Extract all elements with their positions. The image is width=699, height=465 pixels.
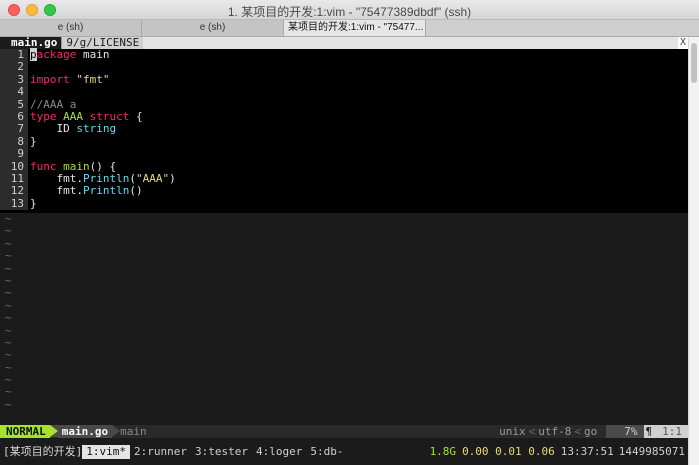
code-text: { [129,109,143,123]
tilde-line: ~ [5,298,12,312]
separator-chevron-icon: < [528,425,536,438]
code-line: 7 ID string [0,122,688,136]
code-line: 4 [0,85,688,99]
code-text: () { [89,159,117,173]
file-encoding: utf-8 [538,425,572,438]
function-call: Println [82,184,130,198]
code-text: } [30,134,37,148]
tmux-status-bar: [某项目的开发] 1:vim* 2:runner 3:tester 4:loge… [0,445,688,459]
terminal-tab-3[interactable]: 某项目的开发:1:vim - "75477... [284,20,426,36]
keyword: struct [89,109,130,123]
tilde-line: ~ [5,212,12,225]
status-filename: main.go [57,425,113,438]
vim-statusline: NORMAL main.go main unix < utf-8 < go 7%… [0,425,688,438]
tmux-session-name: [某项目的开发] [3,445,83,458]
string-literal: "fmt" [76,72,110,86]
line-number: 7 [0,122,28,136]
window-titlebar: 1. 某项目的开发:1:vim - "75477389dbdf" (ssh) [0,0,699,20]
line-number-icon: ¶ [643,425,655,438]
tilde-line: ~ [5,373,12,387]
code-text: ) [169,171,176,185]
tilde-line: ~ [5,348,12,362]
line-number: 12 [0,184,28,198]
keyword: type [30,109,57,123]
tmux-window-vim[interactable]: 1:vim* [82,445,130,459]
file-format: unix [499,425,526,438]
tilde-line: ~ [5,261,12,275]
epoch-timestamp: 1449985071 [618,445,685,458]
keyword: func [30,159,57,173]
tmux-window-db[interactable]: 5:db- [306,445,347,459]
function-call: Println [82,171,130,185]
powerline-arrow-icon [49,425,58,437]
tilde-line: ~ [5,397,12,411]
code-line: 13 } [0,196,688,211]
clock: 13:37:51 [560,445,614,458]
type-name: AAA [63,109,83,123]
keyword: import [30,72,70,86]
code-line: 3 import "fmt" [0,72,688,87]
tmux-window-tester[interactable]: 3:tester [191,445,252,459]
scroll-percent: 7% [606,425,644,438]
terminal-tab-2[interactable]: e (sh) [142,20,284,36]
terminal-area[interactable]: main.go 9/g/LICENSE X 1 package main 2 3… [0,37,688,465]
text-cursor: p [30,48,37,61]
tmux-window-runner[interactable]: 2:runner [130,445,191,459]
mode-indicator: NORMAL [0,425,50,438]
line-number: 9 [0,147,28,161]
file-type: go [584,425,598,438]
tilde-line: ~ [5,360,12,374]
terminal-tab-bar: e (sh) e (sh) 某项目的开发:1:vim - "75477... [0,20,699,37]
empty-buffer-lines: ~ ~ ~ ~ ~ ~ ~ ~ ~ ~ ~ ~ ~ ~ ~ ~ [0,212,688,423]
cursor-position: 1:1 [654,425,688,438]
function-name: main [63,159,90,173]
tilde-line: ~ [5,273,12,287]
tilde-line: ~ [5,335,12,349]
line-number: 2 [0,60,28,74]
tilde-line: ~ [5,249,12,263]
separator-chevron-icon: < [574,425,581,438]
code-line: 1 package main [0,48,688,62]
scrollbar-thumb[interactable] [691,43,697,83]
load-average: 0.00 0.01 0.06 [462,445,555,458]
tmux-window-loger[interactable]: 4:loger [252,445,306,459]
string-literal: "AAA" [135,171,170,185]
terminal-tab-1[interactable]: e (sh) [0,20,142,36]
code-text: } [30,196,37,210]
tilde-line: ~ [5,224,12,238]
tilde-line: ~ [5,323,12,337]
code-line: 12 fmt.Println() [0,184,688,198]
powerline-arrow-icon [112,425,121,437]
tilde-line: ~ [5,385,12,399]
vim-tab-close-icon[interactable]: X [677,37,688,49]
line-number: 13 [0,197,28,211]
code-text: ( [129,171,136,185]
tilde-line: ~ [5,286,12,300]
line-number: 4 [0,85,28,99]
keyword: ackage [36,48,77,61]
code-text: ID [30,122,77,136]
comment: //AAA a [30,97,77,111]
git-branch: main [120,425,147,438]
window-title: 1. 某项目的开发:1:vim - "75477389dbdf" (ssh) [227,5,472,19]
code-text: main [76,48,110,61]
builtin-type: string [76,122,117,136]
code-text: fmt. [30,171,83,185]
tilde-line: ~ [5,311,12,325]
code-text: () [129,184,143,198]
terminal-scrollbar[interactable] [688,37,699,465]
code-text: fmt. [30,184,83,198]
code-buffer[interactable]: 1 package main 2 3 import "fmt" 4 5 //AA… [0,48,688,213]
memory-usage: 1.8G [429,445,457,458]
code-line: 8 } [0,134,688,149]
vim-tabline-fill [143,37,678,49]
tilde-line: ~ [5,236,12,250]
